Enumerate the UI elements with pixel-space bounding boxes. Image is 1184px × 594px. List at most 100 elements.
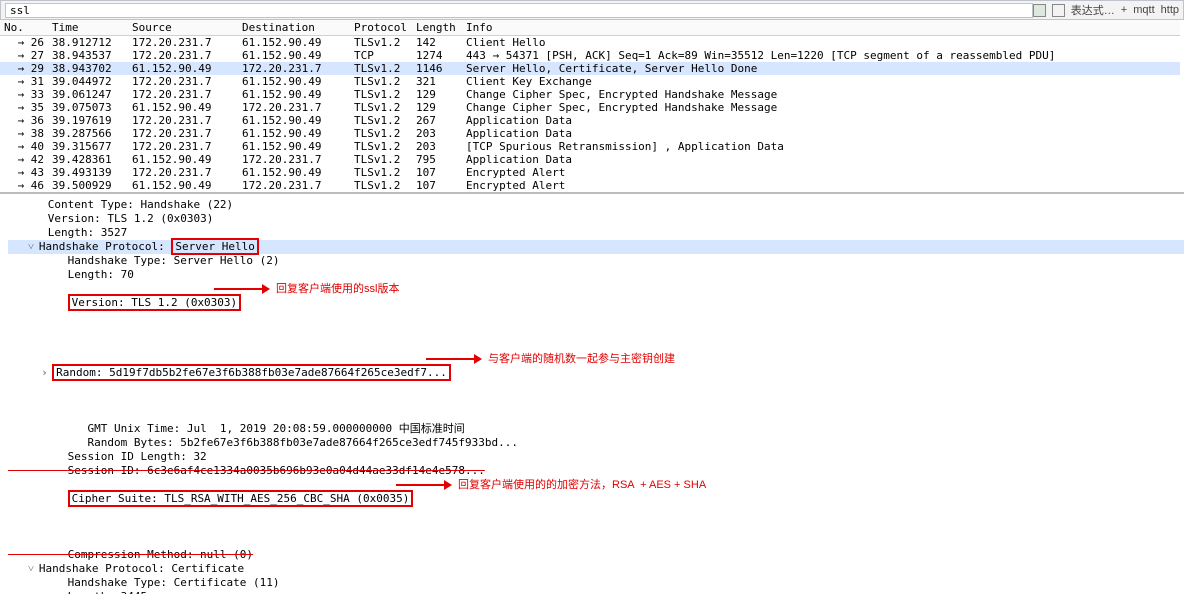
packet-cell: → 36 xyxy=(0,114,48,127)
packet-cell: 39.075073 xyxy=(48,101,128,114)
packet-cell: 1146 xyxy=(412,62,462,75)
fb-box-icon[interactable] xyxy=(1052,4,1065,17)
packet-row[interactable]: → 4239.42836161.152.90.49172.20.231.7TLS… xyxy=(0,153,1180,166)
packet-cell: TLSv1.2 xyxy=(350,88,412,101)
detail-line: Handshake Type: Server Hello (2) xyxy=(8,254,1184,268)
packet-list-header[interactable]: No. Time Source Destination Protocol Len… xyxy=(0,20,1180,36)
packet-row[interactable]: → 3639.197619172.20.231.761.152.90.49TLS… xyxy=(0,114,1180,127)
packet-cell: 61.152.90.49 xyxy=(238,36,350,50)
detail-line: Session ID: 6c3e6af4ce1334a0035b696b93e0… xyxy=(8,464,1184,478)
detail-line: Version: TLS 1.2 (0x0303) xyxy=(8,212,1184,226)
filter-shortcut-mqtt[interactable]: mqtt xyxy=(1133,4,1154,16)
packet-cell: 39.061247 xyxy=(48,88,128,101)
col-source[interactable]: Source xyxy=(128,20,238,36)
packet-row[interactable]: → 2938.94370261.152.90.49172.20.231.7TLS… xyxy=(0,62,1180,75)
packet-cell: Client Key Exchange xyxy=(462,75,1180,88)
packet-cell: → 46 xyxy=(0,179,48,192)
packet-cell: 107 xyxy=(412,166,462,179)
packet-cell: → 31 xyxy=(0,75,48,88)
packet-cell: TLSv1.2 xyxy=(350,166,412,179)
cipher-box: Cipher Suite: TLS_RSA_WITH_AES_256_CBC_S… xyxy=(68,490,414,507)
packet-cell: 39.287566 xyxy=(48,127,128,140)
packet-cell: Encrypted Alert xyxy=(462,179,1180,192)
packet-cell: 39.197619 xyxy=(48,114,128,127)
packet-cell: Change Cipher Spec, Encrypted Handshake … xyxy=(462,88,1180,101)
col-time[interactable]: Time xyxy=(48,20,128,36)
random-line[interactable]: ›Random: 5d19f7db5b2fe67e3f6b388fb03e7ad… xyxy=(8,352,1184,422)
packet-cell: 172.20.231.7 xyxy=(128,166,238,179)
packet-cell: 107 xyxy=(412,179,462,192)
packet-cell: → 38 xyxy=(0,127,48,140)
server-hello-box: Server Hello xyxy=(171,238,258,255)
detail-line: Length: 3445 xyxy=(8,590,1184,594)
packet-cell: 203 xyxy=(412,140,462,153)
packet-cell: 61.152.90.49 xyxy=(238,114,350,127)
packet-cell: 39.493139 xyxy=(48,166,128,179)
display-filter-input[interactable]: ssl xyxy=(5,3,1033,18)
packet-cell: 38.943537 xyxy=(48,49,128,62)
packet-row[interactable]: → 4339.493139172.20.231.761.152.90.49TLS… xyxy=(0,166,1180,179)
packet-row[interactable]: → 3839.287566172.20.231.761.152.90.49TLS… xyxy=(0,127,1180,140)
packet-cell: 321 xyxy=(412,75,462,88)
col-no[interactable]: No. xyxy=(0,20,48,36)
packet-cell: 61.152.90.49 xyxy=(238,127,350,140)
packet-row[interactable]: → 2638.912712172.20.231.761.152.90.49TLS… xyxy=(0,36,1180,50)
packet-cell: 61.152.90.49 xyxy=(128,179,238,192)
packet-cell: TLSv1.2 xyxy=(350,179,412,192)
packet-cell: → 33 xyxy=(0,88,48,101)
plus-icon[interactable]: + xyxy=(1121,4,1127,16)
packet-cell: 172.20.231.7 xyxy=(238,153,350,166)
packet-cell: → 29 xyxy=(0,62,48,75)
packet-cell: 129 xyxy=(412,101,462,114)
packet-cell: 172.20.231.7 xyxy=(128,127,238,140)
packet-cell: Application Data xyxy=(462,127,1180,140)
packet-cell: 61.152.90.49 xyxy=(238,49,350,62)
packet-cell: TLSv1.2 xyxy=(350,101,412,114)
detail-line: Content Type: Handshake (22) xyxy=(8,198,1184,212)
packet-row[interactable]: → 3539.07507361.152.90.49172.20.231.7TLS… xyxy=(0,101,1180,114)
expression-label[interactable]: 表达式… xyxy=(1071,2,1115,18)
display-filter-bar: ssl 表达式… + mqtt http xyxy=(0,0,1184,20)
annotation-cipher: 回复客户端使用的的加密方法，RSA + AES + SHA xyxy=(458,478,706,492)
packet-cell: TLSv1.2 xyxy=(350,127,412,140)
packet-cell: [TCP Spurious Retransmission] , Applicat… xyxy=(462,140,1180,153)
col-length[interactable]: Length xyxy=(412,20,462,36)
detail-line: Session ID Length: 32 xyxy=(8,450,1184,464)
handshake-cert-line[interactable]: ˅Handshake Protocol: Certificate xyxy=(8,562,1184,576)
col-info[interactable]: Info xyxy=(462,20,1180,36)
packet-row[interactable]: → 2738.943537172.20.231.761.152.90.49TCP… xyxy=(0,49,1180,62)
version-box: Version: TLS 1.2 (0x0303) xyxy=(68,294,242,311)
packet-cell: Server Hello, Certificate, Server Hello … xyxy=(462,62,1180,75)
packet-cell: TLSv1.2 xyxy=(350,153,412,166)
col-protocol[interactable]: Protocol xyxy=(350,20,412,36)
packet-cell: 38.943702 xyxy=(48,62,128,75)
col-destination[interactable]: Destination xyxy=(238,20,350,36)
packet-cell: Encrypted Alert xyxy=(462,166,1180,179)
packet-cell: → 26 xyxy=(0,36,48,50)
packet-cell: Application Data xyxy=(462,153,1180,166)
packet-cell: 172.20.231.7 xyxy=(128,140,238,153)
packet-cell: 172.20.231.7 xyxy=(128,36,238,50)
packet-cell: TLSv1.2 xyxy=(350,36,412,50)
filter-shortcut-http[interactable]: http xyxy=(1161,4,1179,16)
packet-row[interactable]: → 3139.044972172.20.231.761.152.90.49TLS… xyxy=(0,75,1180,88)
packet-cell: TCP xyxy=(350,49,412,62)
packet-row[interactable]: → 4039.315677172.20.231.761.152.90.49TLS… xyxy=(0,140,1180,153)
packet-row[interactable]: → 4639.50092961.152.90.49172.20.231.7TLS… xyxy=(0,179,1180,192)
packet-cell: 129 xyxy=(412,88,462,101)
packet-row[interactable]: → 3339.061247172.20.231.761.152.90.49TLS… xyxy=(0,88,1180,101)
packet-cell: 443 → 54371 [PSH, ACK] Seq=1 Ack=89 Win=… xyxy=(462,49,1180,62)
packet-cell: 39.044972 xyxy=(48,75,128,88)
packet-cell: 61.152.90.49 xyxy=(128,153,238,166)
detail-line: Random Bytes: 5b2fe67e3f6b388fb03e7ade87… xyxy=(8,436,1184,450)
packet-cell: 172.20.231.7 xyxy=(238,101,350,114)
detail-line: Handshake Type: Certificate (11) xyxy=(8,576,1184,590)
fb-box-icon[interactable] xyxy=(1033,4,1046,17)
annotation-version: 回复客户端使用的ssl版本 xyxy=(276,282,399,296)
packet-cell: 61.152.90.49 xyxy=(238,88,350,101)
packet-cell: 267 xyxy=(412,114,462,127)
packet-cell: 61.152.90.49 xyxy=(128,62,238,75)
packet-cell: 61.152.90.49 xyxy=(128,101,238,114)
handshake-protocol-line[interactable]: ˅Handshake Protocol: Server Hello xyxy=(8,240,1184,254)
packet-cell: → 27 xyxy=(0,49,48,62)
